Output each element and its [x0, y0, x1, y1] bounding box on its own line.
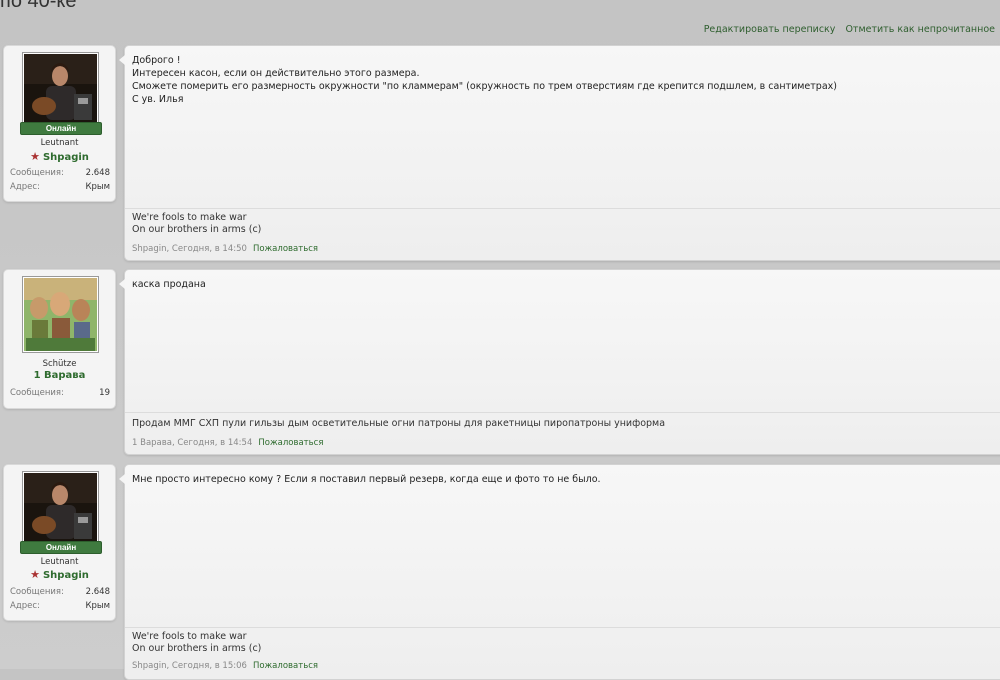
username-link[interactable]: 1 Варава	[4, 370, 115, 381]
message-body: Доброго ! Интересен касон, если он дейст…	[132, 55, 837, 105]
signature: We're fools to make war On our brothers …	[132, 631, 262, 654]
post-meta: 1 Варава, Сегодня, в 14:54 Пожаловаться	[132, 438, 323, 448]
signature-divider	[125, 208, 1000, 209]
username-link[interactable]: ★ Shpagin	[4, 150, 115, 163]
report-link[interactable]: Пожаловаться	[253, 661, 318, 671]
stat-messages: Сообщения: 2.648	[10, 168, 110, 178]
stat-location: Адрес: Крым	[10, 182, 110, 192]
avatar-image	[24, 54, 97, 127]
user-rank: Leutnant	[40, 138, 79, 148]
avatar[interactable]	[22, 276, 99, 353]
report-link[interactable]: Пожаловаться	[258, 438, 323, 448]
avatar-image	[24, 473, 97, 546]
message-count: 19	[99, 388, 110, 398]
user-rank: Schütze	[42, 359, 77, 369]
message-count: 2.648	[85, 587, 110, 597]
post-author-time[interactable]: Shpagin, Сегодня, в 15:06	[132, 661, 247, 671]
star-icon: ★	[30, 150, 40, 163]
page-title: по 40-ке	[0, 0, 77, 12]
post-meta: Shpagin, Сегодня, в 14:50 Пожаловаться	[132, 244, 318, 254]
star-icon: ★	[30, 568, 40, 581]
username: 1 Варава	[33, 370, 86, 381]
edit-conversation-link[interactable]: Редактировать переписку	[704, 24, 836, 35]
stat-location: Адрес: Крым	[10, 601, 110, 611]
signature-divider	[125, 627, 1000, 628]
username-link[interactable]: ★ Shpagin	[4, 568, 115, 581]
message-content: Мне просто интересно кому ? Если я поста…	[119, 464, 1000, 680]
avatar-image	[24, 278, 97, 351]
online-badge: Онлайн	[20, 541, 102, 554]
avatar[interactable]	[22, 471, 99, 548]
avatar[interactable]	[22, 52, 99, 129]
report-link[interactable]: Пожаловаться	[253, 244, 318, 254]
post-author-time[interactable]: Shpagin, Сегодня, в 14:50	[132, 244, 247, 254]
signature-divider	[125, 412, 1000, 413]
username: Shpagin	[42, 570, 89, 581]
stat-messages: Сообщения: 2.648	[10, 587, 110, 597]
message-content: Доброго ! Интересен касон, если он дейст…	[119, 45, 1000, 261]
user-card: Онлайн Leutnant ★ Shpagin Сообщения: 2.648…	[3, 45, 116, 202]
message-content: каска продана Продам ММГ СХП пули гильзы…	[119, 269, 1000, 455]
signature: We're fools to make war On our brothers …	[132, 212, 262, 235]
message-count: 2.648	[85, 168, 110, 178]
message-body: Мне просто интересно кому ? Если я поста…	[132, 474, 601, 485]
username: Shpagin	[42, 152, 89, 163]
thread-actions: Редактировать переписку Отметить как неп…	[697, 24, 995, 35]
signature: Продам ММГ СХП пули гильзы дым осветител…	[132, 418, 666, 429]
mark-unread-link[interactable]: Отметить как непрочитанное	[845, 24, 995, 35]
stat-messages: Сообщения: 19	[10, 388, 110, 398]
user-card: Schütze 1 Варава Сообщения: 19	[3, 269, 116, 409]
post-meta: Shpagin, Сегодня, в 15:06 Пожаловаться	[132, 661, 318, 671]
location-value: Крым	[85, 182, 110, 192]
post-author-time[interactable]: 1 Варава, Сегодня, в 14:54	[132, 438, 252, 448]
online-badge: Онлайн	[20, 122, 102, 135]
message-body: каска продана	[132, 279, 206, 290]
location-value: Крым	[85, 601, 110, 611]
user-card: Онлайн Leutnant ★ Shpagin Сообщения: 2.648…	[3, 464, 116, 621]
user-rank: Leutnant	[40, 557, 79, 567]
